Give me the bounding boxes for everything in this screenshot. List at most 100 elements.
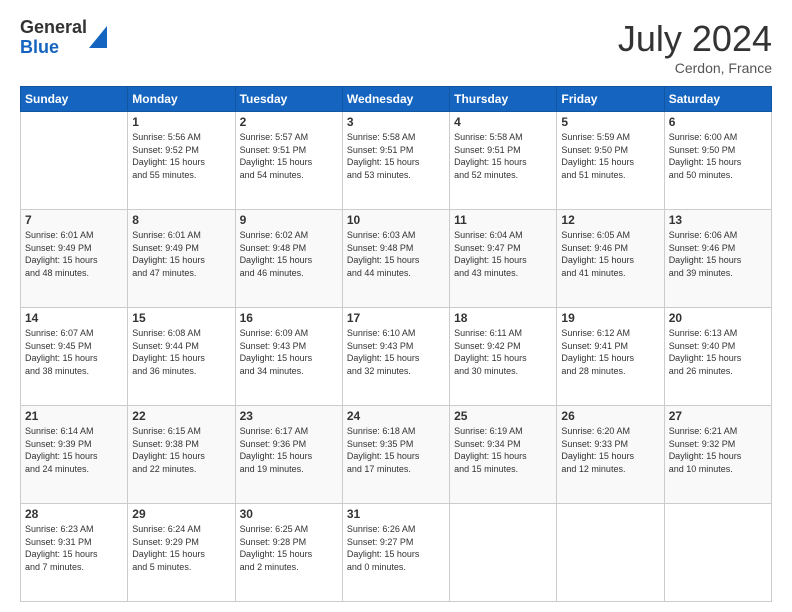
cell-content: Sunrise: 6:01 AM Sunset: 9:49 PM Dayligh… bbox=[25, 229, 123, 279]
weekday-header: Wednesday bbox=[342, 87, 449, 112]
day-number: 6 bbox=[669, 115, 767, 129]
cell-content: Sunrise: 6:01 AM Sunset: 9:49 PM Dayligh… bbox=[132, 229, 230, 279]
day-number: 18 bbox=[454, 311, 552, 325]
calendar-cell: 15 Sunrise: 6:08 AM Sunset: 9:44 PM Dayli… bbox=[128, 308, 235, 406]
cell-content: Sunrise: 6:00 AM Sunset: 9:50 PM Dayligh… bbox=[669, 131, 767, 181]
cell-content: Sunrise: 5:58 AM Sunset: 9:51 PM Dayligh… bbox=[347, 131, 445, 181]
calendar-cell: 25 Sunrise: 6:19 AM Sunset: 9:34 PM Dayli… bbox=[450, 406, 557, 504]
weekday-header: Friday bbox=[557, 87, 664, 112]
calendar-cell: 22 Sunrise: 6:15 AM Sunset: 9:38 PM Dayli… bbox=[128, 406, 235, 504]
day-number: 27 bbox=[669, 409, 767, 423]
day-number: 24 bbox=[347, 409, 445, 423]
calendar-cell: 11Sunrise: 6:04 AM Sunset: 9:47 PM Dayli… bbox=[450, 210, 557, 308]
calendar-cell: 21Sunrise: 6:14 AM Sunset: 9:39 PM Dayli… bbox=[21, 406, 128, 504]
calendar-cell: 28 Sunrise: 6:23 AM Sunset: 9:31 PM Dayli… bbox=[21, 504, 128, 602]
calendar-cell: 20 Sunrise: 6:13 AM Sunset: 9:40 PM Dayli… bbox=[664, 308, 771, 406]
cell-content: Sunrise: 5:56 AM Sunset: 9:52 PM Dayligh… bbox=[132, 131, 230, 181]
cell-content: Sunrise: 6:25 AM Sunset: 9:28 PM Dayligh… bbox=[240, 523, 338, 573]
day-number: 26 bbox=[561, 409, 659, 423]
calendar-cell: 19 Sunrise: 6:12 AM Sunset: 9:41 PM Dayli… bbox=[557, 308, 664, 406]
cell-content: Sunrise: 6:20 AM Sunset: 9:33 PM Dayligh… bbox=[561, 425, 659, 475]
cell-content: Sunrise: 6:19 AM Sunset: 9:34 PM Dayligh… bbox=[454, 425, 552, 475]
cell-content: Sunrise: 6:15 AM Sunset: 9:38 PM Dayligh… bbox=[132, 425, 230, 475]
weekday-header: Monday bbox=[128, 87, 235, 112]
calendar-cell: 14 Sunrise: 6:07 AM Sunset: 9:45 PM Dayli… bbox=[21, 308, 128, 406]
calendar-cell: 12Sunrise: 6:05 AM Sunset: 9:46 PM Dayli… bbox=[557, 210, 664, 308]
day-number: 10 bbox=[347, 213, 445, 227]
day-number: 15 bbox=[132, 311, 230, 325]
day-number: 11 bbox=[454, 213, 552, 227]
cell-content: Sunrise: 6:10 AM Sunset: 9:43 PM Dayligh… bbox=[347, 327, 445, 377]
day-number: 25 bbox=[454, 409, 552, 423]
cell-content: Sunrise: 6:08 AM Sunset: 9:44 PM Dayligh… bbox=[132, 327, 230, 377]
weekday-header: Sunday bbox=[21, 87, 128, 112]
day-number: 28 bbox=[25, 507, 123, 521]
cell-content: Sunrise: 6:24 AM Sunset: 9:29 PM Dayligh… bbox=[132, 523, 230, 573]
calendar-cell: 24Sunrise: 6:18 AM Sunset: 9:35 PM Dayli… bbox=[342, 406, 449, 504]
cell-content: Sunrise: 5:57 AM Sunset: 9:51 PM Dayligh… bbox=[240, 131, 338, 181]
calendar-cell: 27 Sunrise: 6:21 AM Sunset: 9:32 PM Dayli… bbox=[664, 406, 771, 504]
cell-content: Sunrise: 6:13 AM Sunset: 9:40 PM Dayligh… bbox=[669, 327, 767, 377]
day-number: 1 bbox=[132, 115, 230, 129]
calendar-cell: 31Sunrise: 6:26 AM Sunset: 9:27 PM Dayli… bbox=[342, 504, 449, 602]
day-number: 20 bbox=[669, 311, 767, 325]
title-area: July 2024 Cerdon, France bbox=[618, 18, 772, 76]
calendar-cell: 13Sunrise: 6:06 AM Sunset: 9:46 PM Dayli… bbox=[664, 210, 771, 308]
day-number: 8 bbox=[132, 213, 230, 227]
calendar-cell: 8 Sunrise: 6:01 AM Sunset: 9:49 PM Daylig… bbox=[128, 210, 235, 308]
calendar-cell: 17Sunrise: 6:10 AM Sunset: 9:43 PM Dayli… bbox=[342, 308, 449, 406]
cell-content: Sunrise: 6:23 AM Sunset: 9:31 PM Dayligh… bbox=[25, 523, 123, 573]
day-number: 13 bbox=[669, 213, 767, 227]
cell-content: Sunrise: 6:17 AM Sunset: 9:36 PM Dayligh… bbox=[240, 425, 338, 475]
calendar-cell: 3Sunrise: 5:58 AM Sunset: 9:51 PM Daylig… bbox=[342, 112, 449, 210]
logo-blue: Blue bbox=[20, 38, 87, 58]
cell-content: Sunrise: 5:58 AM Sunset: 9:51 PM Dayligh… bbox=[454, 131, 552, 181]
day-number: 5 bbox=[561, 115, 659, 129]
header: General Blue July 2024 Cerdon, France bbox=[20, 18, 772, 76]
cell-content: Sunrise: 6:09 AM Sunset: 9:43 PM Dayligh… bbox=[240, 327, 338, 377]
day-number: 22 bbox=[132, 409, 230, 423]
day-number: 23 bbox=[240, 409, 338, 423]
calendar-cell: 29Sunrise: 6:24 AM Sunset: 9:29 PM Dayli… bbox=[128, 504, 235, 602]
weekday-header: Thursday bbox=[450, 87, 557, 112]
day-number: 30 bbox=[240, 507, 338, 521]
day-number: 12 bbox=[561, 213, 659, 227]
cell-content: Sunrise: 6:12 AM Sunset: 9:41 PM Dayligh… bbox=[561, 327, 659, 377]
weekday-header: Tuesday bbox=[235, 87, 342, 112]
calendar-cell: 26 Sunrise: 6:20 AM Sunset: 9:33 PM Dayli… bbox=[557, 406, 664, 504]
calendar-cell: 7 Sunrise: 6:01 AM Sunset: 9:49 PM Daylig… bbox=[21, 210, 128, 308]
cell-content: Sunrise: 6:07 AM Sunset: 9:45 PM Dayligh… bbox=[25, 327, 123, 377]
calendar-cell: 18 Sunrise: 6:11 AM Sunset: 9:42 PM Dayli… bbox=[450, 308, 557, 406]
day-number: 9 bbox=[240, 213, 338, 227]
cell-content: Sunrise: 6:03 AM Sunset: 9:48 PM Dayligh… bbox=[347, 229, 445, 279]
cell-content: Sunrise: 5:59 AM Sunset: 9:50 PM Dayligh… bbox=[561, 131, 659, 181]
calendar-cell: 2Sunrise: 5:57 AM Sunset: 9:51 PM Daylig… bbox=[235, 112, 342, 210]
cell-content: Sunrise: 6:14 AM Sunset: 9:39 PM Dayligh… bbox=[25, 425, 123, 475]
calendar-cell bbox=[21, 112, 128, 210]
calendar-cell bbox=[664, 504, 771, 602]
calendar-cell: 23 Sunrise: 6:17 AM Sunset: 9:36 PM Dayli… bbox=[235, 406, 342, 504]
cell-content: Sunrise: 6:21 AM Sunset: 9:32 PM Dayligh… bbox=[669, 425, 767, 475]
day-number: 16 bbox=[240, 311, 338, 325]
location: Cerdon, France bbox=[618, 60, 772, 76]
logo-icon bbox=[89, 26, 107, 48]
calendar-cell: 6 Sunrise: 6:00 AM Sunset: 9:50 PM Daylig… bbox=[664, 112, 771, 210]
calendar-week-row: 7 Sunrise: 6:01 AM Sunset: 9:49 PM Daylig… bbox=[21, 210, 772, 308]
calendar-cell: 4 Sunrise: 5:58 AM Sunset: 9:51 PM Daylig… bbox=[450, 112, 557, 210]
header-row: SundayMondayTuesdayWednesdayThursdayFrid… bbox=[21, 87, 772, 112]
calendar-cell: 10 Sunrise: 6:03 AM Sunset: 9:48 PM Dayli… bbox=[342, 210, 449, 308]
calendar-cell bbox=[557, 504, 664, 602]
day-number: 4 bbox=[454, 115, 552, 129]
logo: General Blue bbox=[20, 18, 107, 58]
calendar-week-row: 21Sunrise: 6:14 AM Sunset: 9:39 PM Dayli… bbox=[21, 406, 772, 504]
calendar-cell: 1 Sunrise: 5:56 AM Sunset: 9:52 PM Daylig… bbox=[128, 112, 235, 210]
calendar-table: SundayMondayTuesdayWednesdayThursdayFrid… bbox=[20, 86, 772, 602]
day-number: 7 bbox=[25, 213, 123, 227]
cell-content: Sunrise: 6:26 AM Sunset: 9:27 PM Dayligh… bbox=[347, 523, 445, 573]
day-number: 14 bbox=[25, 311, 123, 325]
calendar-cell: 9Sunrise: 6:02 AM Sunset: 9:48 PM Daylig… bbox=[235, 210, 342, 308]
cell-content: Sunrise: 6:11 AM Sunset: 9:42 PM Dayligh… bbox=[454, 327, 552, 377]
calendar-week-row: 28 Sunrise: 6:23 AM Sunset: 9:31 PM Dayli… bbox=[21, 504, 772, 602]
day-number: 19 bbox=[561, 311, 659, 325]
calendar-cell bbox=[450, 504, 557, 602]
